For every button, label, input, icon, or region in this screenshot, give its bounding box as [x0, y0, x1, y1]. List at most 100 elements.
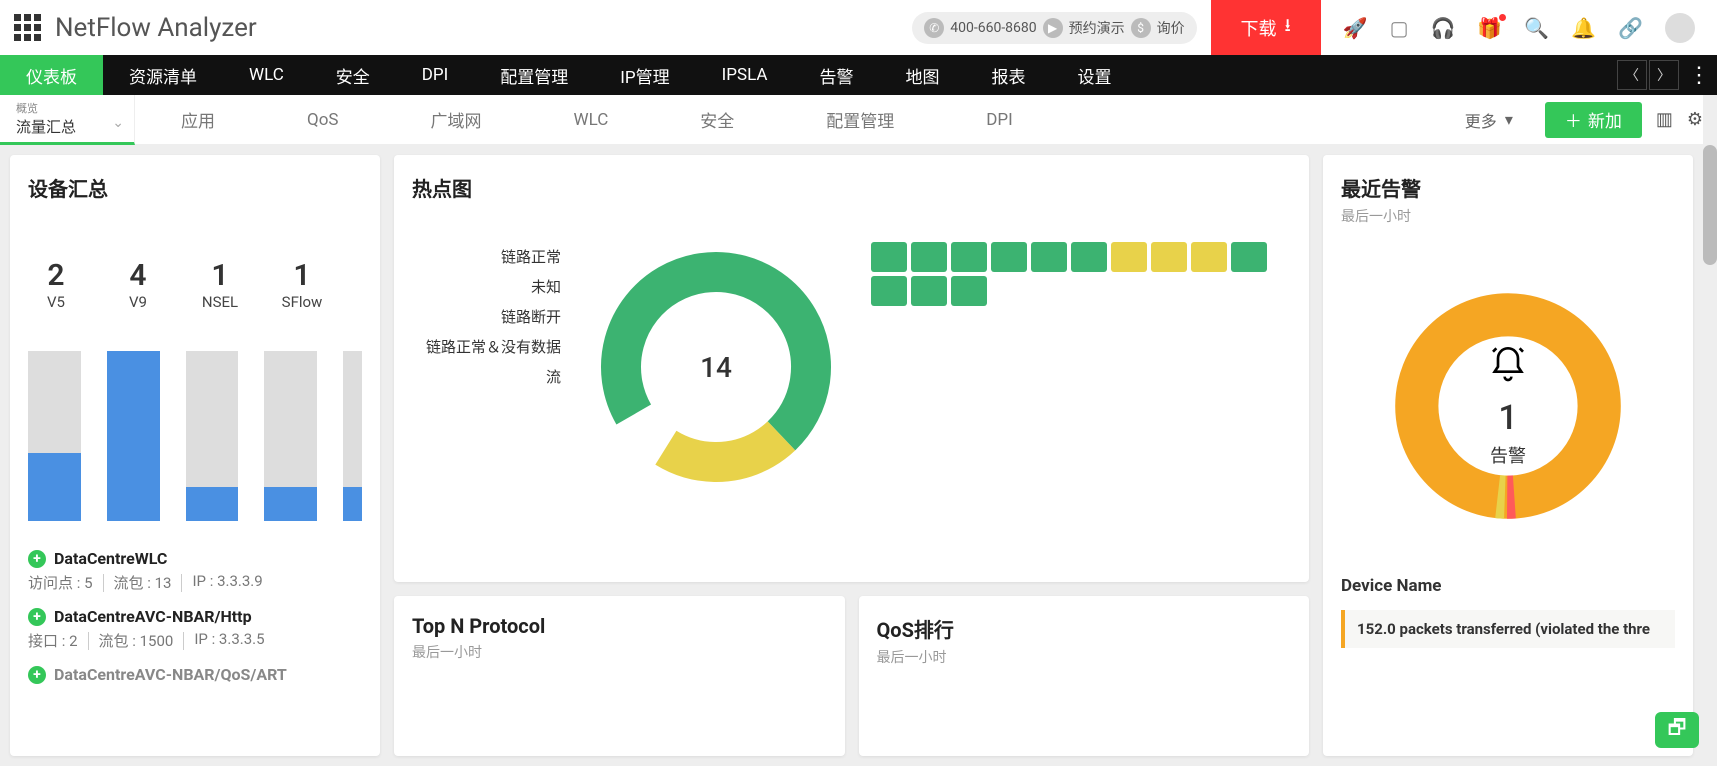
topn-title: Top N Protocol — [412, 614, 827, 638]
expand-icon[interactable]: + — [28, 608, 46, 626]
nav-ipsla[interactable]: IPSLA — [696, 55, 794, 95]
nav-prev-button[interactable]: 〈 — [1617, 60, 1647, 90]
subtab-qos[interactable]: QoS — [261, 107, 385, 132]
overview-selector[interactable]: 概览 流量汇总 ⌄ — [0, 95, 135, 145]
heat-cell[interactable] — [951, 276, 987, 306]
heatmap-grid — [871, 242, 1291, 306]
dashboard-area: 设备汇总 2V5 4V9 1NSEL 1SFlow W +DataCentreW… — [0, 145, 1703, 766]
demo-icon: ▶ — [1043, 18, 1063, 38]
add-button[interactable]: ＋ 新加 — [1545, 102, 1642, 138]
device-name: DataCentreAVC-NBAR/QoS/ART — [54, 665, 287, 684]
alarms-card: 最近告警 最后一小时 1 告警 Device Name 152.0 packet… — [1323, 155, 1693, 756]
device-name: DataCentreAVC-NBAR/Http — [54, 607, 252, 626]
nav-map[interactable]: 地图 — [880, 55, 966, 95]
alarms-sub: 最后一小时 — [1341, 206, 1675, 226]
list-item[interactable]: +DataCentreWLC 访问点 : 5流包 : 13IP : 3.3.3.… — [28, 549, 362, 593]
heat-cell[interactable] — [871, 242, 907, 272]
top-header: NetFlow Analyzer ✆ 400-660-8680 ▶ 预约演示 $… — [0, 0, 1717, 55]
widget-layout-icon[interactable]: ▥ — [1656, 109, 1673, 130]
heat-cell[interactable] — [1231, 242, 1267, 272]
heat-cell[interactable] — [951, 242, 987, 272]
phone-icon: ✆ — [924, 18, 944, 38]
link-icon[interactable]: 🔗 — [1618, 16, 1643, 40]
heat-cell[interactable] — [1111, 242, 1147, 272]
heat-cell[interactable] — [991, 242, 1027, 272]
bar-w — [343, 351, 362, 521]
subtab-wan[interactable]: 广域网 — [385, 107, 528, 132]
nav-more-button[interactable]: ⋮ — [1681, 55, 1717, 95]
qos-title: QoS排行 — [877, 614, 1292, 643]
device-bars-chart — [28, 341, 362, 521]
legend-item: 链路断开 — [412, 302, 561, 332]
heat-cell[interactable] — [1031, 242, 1067, 272]
alarm-count: 1 — [1498, 398, 1517, 438]
nav-wlc[interactable]: WLC — [223, 55, 310, 95]
phone-number: 400-660-8680 — [950, 20, 1036, 36]
subtab-dpi[interactable]: DPI — [940, 107, 1059, 132]
expand-icon[interactable]: + — [28, 666, 46, 684]
device-list: +DataCentreWLC 访问点 : 5流包 : 13IP : 3.3.3.… — [28, 549, 362, 684]
subtab-app[interactable]: 应用 — [135, 107, 261, 132]
donut-center: 14 — [591, 242, 841, 492]
device-name-header: Device Name — [1341, 576, 1675, 596]
quote-icon: $ — [1131, 18, 1151, 38]
expand-icon[interactable]: + — [28, 550, 46, 568]
subtab-security[interactable]: 安全 — [654, 107, 780, 132]
subtab-wlc[interactable]: WLC — [528, 107, 655, 132]
nav-dpi[interactable]: DPI — [396, 55, 475, 95]
nav-settings[interactable]: 设置 — [1052, 55, 1138, 95]
download-label: 下载 — [1241, 15, 1277, 41]
nav-ip[interactable]: IP管理 — [594, 55, 695, 95]
alarm-row[interactable]: 152.0 packets transferred (violated the … — [1341, 610, 1675, 648]
nav-inventory[interactable]: 资源清单 — [103, 55, 223, 95]
support-icon[interactable]: 🎧 — [1430, 16, 1455, 40]
apps-grid-icon — [14, 14, 41, 41]
list-item[interactable]: +DataCentreAVC-NBAR/Http 接口 : 2流包 : 1500… — [28, 607, 362, 651]
legend-item: 链路正常＆没有数据流 — [412, 332, 561, 392]
subtab-more[interactable]: 更多 ▾ — [1447, 108, 1531, 132]
heat-cell[interactable] — [1151, 242, 1187, 272]
heat-cell[interactable] — [911, 242, 947, 272]
device-stats: 2V5 4V9 1NSEL 1SFlow W — [28, 258, 362, 311]
download-button[interactable]: 下载 ⭳ — [1211, 0, 1321, 55]
avatar[interactable] — [1665, 13, 1695, 43]
scrollbar[interactable] — [1703, 95, 1717, 766]
gift-icon[interactable]: 🎁 — [1477, 16, 1502, 40]
main-nav: 仪表板 资源清单 WLC 安全 DPI 配置管理 IP管理 IPSLA 告警 地… — [0, 55, 1717, 95]
chevron-down-icon: ⌄ — [112, 115, 124, 131]
nav-next-button[interactable]: 〉 — [1649, 60, 1679, 90]
sub-nav: 概览 流量汇总 ⌄ 应用 QoS 广域网 WLC 安全 配置管理 DPI 更多 … — [0, 95, 1717, 145]
search-icon[interactable]: 🔍 — [1524, 16, 1549, 40]
nav-config[interactable]: 配置管理 — [474, 55, 594, 95]
caret-down-icon: ▾ — [1505, 110, 1513, 129]
heat-cell[interactable] — [871, 276, 907, 306]
bar-v5 — [28, 351, 81, 521]
nav-security[interactable]: 安全 — [310, 55, 396, 95]
heatmap-title: 热点图 — [412, 173, 1291, 202]
nav-dashboard[interactable]: 仪表板 — [0, 55, 103, 95]
contact-pill: ✆ 400-660-8680 ▶ 预约演示 $ 询价 — [912, 12, 1196, 44]
bar-v9 — [107, 351, 160, 521]
heat-cell[interactable] — [1071, 242, 1107, 272]
demo-link[interactable]: 预约演示 — [1069, 18, 1125, 38]
add-label: 新加 — [1588, 107, 1622, 132]
heat-cell[interactable] — [911, 276, 947, 306]
monitor-icon[interactable]: ▢ — [1390, 16, 1409, 40]
subtab-config[interactable]: 配置管理 — [780, 107, 940, 132]
heat-cell[interactable] — [1191, 242, 1227, 272]
apps-menu-button[interactable] — [0, 14, 55, 41]
bell-icon[interactable]: 🔔 — [1571, 16, 1596, 40]
floating-stack-button[interactable]: 🗗 — [1655, 712, 1699, 748]
donut-legend: 链路正常 未知 链路断开 链路正常＆没有数据流 — [412, 242, 561, 392]
more-label: 更多 — [1465, 108, 1497, 132]
alarms-title: 最近告警 — [1341, 173, 1675, 202]
nav-report[interactable]: 报表 — [966, 55, 1052, 95]
rocket-icon[interactable]: 🚀 — [1343, 16, 1368, 40]
heatmap-card: 热点图 链路正常 未知 链路断开 链路正常＆没有数据流 14 — [394, 155, 1309, 582]
filter-icon[interactable]: ⚙ — [1687, 109, 1703, 130]
nav-alarm[interactable]: 告警 — [794, 55, 880, 95]
quote-link[interactable]: 询价 — [1157, 18, 1185, 38]
alarm-bell-icon — [1485, 345, 1531, 394]
device-name: DataCentreWLC — [54, 549, 167, 568]
list-item[interactable]: + DataCentreAVC-NBAR/QoS/ART — [28, 665, 362, 684]
